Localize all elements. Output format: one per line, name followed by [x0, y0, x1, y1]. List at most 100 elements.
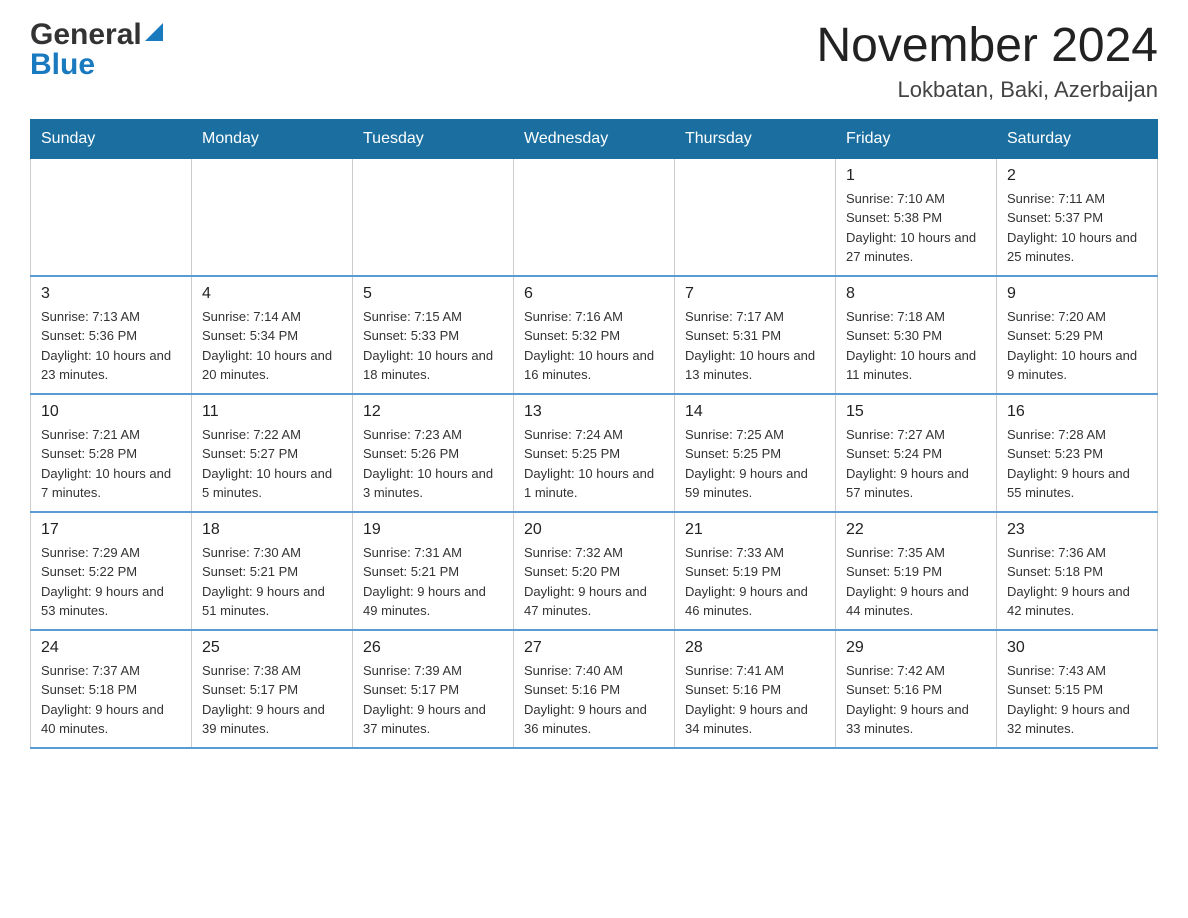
calendar-cell: 13Sunrise: 7:24 AMSunset: 5:25 PMDayligh… [514, 394, 675, 512]
day-info: Sunrise: 7:30 AMSunset: 5:21 PMDaylight:… [202, 543, 342, 621]
day-number: 21 [685, 521, 825, 539]
day-info: Sunrise: 7:18 AMSunset: 5:30 PMDaylight:… [846, 307, 986, 385]
day-info: Sunrise: 7:11 AMSunset: 5:37 PMDaylight:… [1007, 189, 1147, 267]
calendar-cell: 20 Sunrise: 7:32 AMSunset: 5:20 PMDayligh… [514, 512, 675, 630]
calendar-cell: 18 Sunrise: 7:30 AMSunset: 5:21 PMDayligh… [192, 512, 353, 630]
calendar-cell: 16 Sunrise: 7:28 AMSunset: 5:23 PMDayligh… [997, 394, 1158, 512]
header-thursday: Thursday [675, 119, 836, 158]
calendar-cell: 30 Sunrise: 7:43 AMSunset: 5:15 PMDayligh… [997, 630, 1158, 748]
calendar-week-4: 17 Sunrise: 7:29 AMSunset: 5:22 PMDayligh… [31, 512, 1158, 630]
calendar-week-5: 24Sunrise: 7:37 AMSunset: 5:18 PMDayligh… [31, 630, 1158, 748]
day-number: 15 [846, 403, 986, 421]
calendar-table: SundayMondayTuesdayWednesdayThursdayFrid… [30, 119, 1158, 749]
day-info: Sunrise: 7:13 AMSunset: 5:36 PMDaylight:… [41, 307, 181, 385]
day-number: 16 [1007, 403, 1147, 421]
day-info: Sunrise: 7:39 AMSunset: 5:17 PMDaylight:… [363, 661, 503, 739]
day-info: Sunrise: 7:22 AMSunset: 5:27 PMDaylight:… [202, 425, 342, 503]
day-number: 11 [202, 403, 342, 421]
day-info: Sunrise: 7:17 AMSunset: 5:31 PMDaylight:… [685, 307, 825, 385]
day-number: 30 [1007, 639, 1147, 657]
calendar-cell [514, 158, 675, 276]
day-number: 27 [524, 639, 664, 657]
day-info: Sunrise: 7:40 AMSunset: 5:16 PMDaylight:… [524, 661, 664, 739]
day-info: Sunrise: 7:25 AMSunset: 5:25 PMDaylight:… [685, 425, 825, 503]
calendar-cell: 1 Sunrise: 7:10 AMSunset: 5:38 PMDaylight… [836, 158, 997, 276]
calendar-location: Lokbatan, Baki, Azerbaijan [816, 77, 1158, 103]
day-info: Sunrise: 7:21 AMSunset: 5:28 PMDaylight:… [41, 425, 181, 503]
calendar-cell: 17 Sunrise: 7:29 AMSunset: 5:22 PMDayligh… [31, 512, 192, 630]
day-info: Sunrise: 7:16 AMSunset: 5:32 PMDaylight:… [524, 307, 664, 385]
header-friday: Friday [836, 119, 997, 158]
calendar-cell: 24Sunrise: 7:37 AMSunset: 5:18 PMDayligh… [31, 630, 192, 748]
day-info: Sunrise: 7:20 AMSunset: 5:29 PMDaylight:… [1007, 307, 1147, 385]
day-number: 26 [363, 639, 503, 657]
calendar-cell: 11 Sunrise: 7:22 AMSunset: 5:27 PMDayligh… [192, 394, 353, 512]
day-info: Sunrise: 7:36 AMSunset: 5:18 PMDaylight:… [1007, 543, 1147, 621]
title-area: November 2024 Lokbatan, Baki, Azerbaijan [816, 20, 1158, 103]
day-info: Sunrise: 7:43 AMSunset: 5:15 PMDaylight:… [1007, 661, 1147, 739]
calendar-cell: 22Sunrise: 7:35 AMSunset: 5:19 PMDayligh… [836, 512, 997, 630]
calendar-cell [31, 158, 192, 276]
calendar-cell: 29Sunrise: 7:42 AMSunset: 5:16 PMDayligh… [836, 630, 997, 748]
logo-triangle-icon [145, 23, 163, 45]
header-tuesday: Tuesday [353, 119, 514, 158]
day-number: 8 [846, 285, 986, 303]
calendar-week-2: 3 Sunrise: 7:13 AMSunset: 5:36 PMDaylight… [31, 276, 1158, 394]
day-number: 9 [1007, 285, 1147, 303]
calendar-cell [675, 158, 836, 276]
day-info: Sunrise: 7:15 AMSunset: 5:33 PMDaylight:… [363, 307, 503, 385]
day-info: Sunrise: 7:29 AMSunset: 5:22 PMDaylight:… [41, 543, 181, 621]
day-info: Sunrise: 7:32 AMSunset: 5:20 PMDaylight:… [524, 543, 664, 621]
calendar-cell: 25 Sunrise: 7:38 AMSunset: 5:17 PMDayligh… [192, 630, 353, 748]
day-number: 7 [685, 285, 825, 303]
calendar-cell: 10 Sunrise: 7:21 AMSunset: 5:28 PMDayligh… [31, 394, 192, 512]
day-number: 18 [202, 521, 342, 539]
day-number: 23 [1007, 521, 1147, 539]
calendar-cell: 3 Sunrise: 7:13 AMSunset: 5:36 PMDaylight… [31, 276, 192, 394]
calendar-title: November 2024 [816, 20, 1158, 73]
calendar-cell: 15 Sunrise: 7:27 AMSunset: 5:24 PMDayligh… [836, 394, 997, 512]
calendar-cell: 7 Sunrise: 7:17 AMSunset: 5:31 PMDaylight… [675, 276, 836, 394]
day-number: 10 [41, 403, 181, 421]
day-info: Sunrise: 7:33 AMSunset: 5:19 PMDaylight:… [685, 543, 825, 621]
header-monday: Monday [192, 119, 353, 158]
calendar-cell: 12 Sunrise: 7:23 AMSunset: 5:26 PMDayligh… [353, 394, 514, 512]
day-info: Sunrise: 7:31 AMSunset: 5:21 PMDaylight:… [363, 543, 503, 621]
calendar-cell: 4Sunrise: 7:14 AMSunset: 5:34 PMDaylight… [192, 276, 353, 394]
day-info: Sunrise: 7:14 AMSunset: 5:34 PMDaylight:… [202, 307, 342, 385]
day-info: Sunrise: 7:27 AMSunset: 5:24 PMDaylight:… [846, 425, 986, 503]
day-info: Sunrise: 7:23 AMSunset: 5:26 PMDaylight:… [363, 425, 503, 503]
calendar-cell: 21 Sunrise: 7:33 AMSunset: 5:19 PMDayligh… [675, 512, 836, 630]
day-number: 20 [524, 521, 664, 539]
calendar-cell: 27 Sunrise: 7:40 AMSunset: 5:16 PMDayligh… [514, 630, 675, 748]
day-number: 3 [41, 285, 181, 303]
calendar-header-row: SundayMondayTuesdayWednesdayThursdayFrid… [31, 119, 1158, 158]
day-number: 22 [846, 521, 986, 539]
header-sunday: Sunday [31, 119, 192, 158]
day-number: 14 [685, 403, 825, 421]
calendar-cell: 6 Sunrise: 7:16 AMSunset: 5:32 PMDaylight… [514, 276, 675, 394]
day-number: 25 [202, 639, 342, 657]
logo: General Blue [30, 20, 163, 80]
header-wednesday: Wednesday [514, 119, 675, 158]
calendar-cell: 23 Sunrise: 7:36 AMSunset: 5:18 PMDayligh… [997, 512, 1158, 630]
calendar-cell [192, 158, 353, 276]
calendar-week-3: 10 Sunrise: 7:21 AMSunset: 5:28 PMDayligh… [31, 394, 1158, 512]
header: General Blue November 2024 Lokbatan, Bak… [30, 20, 1158, 103]
day-info: Sunrise: 7:37 AMSunset: 5:18 PMDaylight:… [41, 661, 181, 739]
day-info: Sunrise: 7:38 AMSunset: 5:17 PMDaylight:… [202, 661, 342, 739]
day-info: Sunrise: 7:28 AMSunset: 5:23 PMDaylight:… [1007, 425, 1147, 503]
day-number: 1 [846, 167, 986, 185]
day-number: 2 [1007, 167, 1147, 185]
calendar-cell [353, 158, 514, 276]
day-number: 6 [524, 285, 664, 303]
calendar-cell: 14 Sunrise: 7:25 AMSunset: 5:25 PMDayligh… [675, 394, 836, 512]
day-number: 28 [685, 639, 825, 657]
day-number: 13 [524, 403, 664, 421]
day-info: Sunrise: 7:10 AMSunset: 5:38 PMDaylight:… [846, 189, 986, 267]
calendar-week-1: 1 Sunrise: 7:10 AMSunset: 5:38 PMDaylight… [31, 158, 1158, 276]
calendar-cell: 8 Sunrise: 7:18 AMSunset: 5:30 PMDaylight… [836, 276, 997, 394]
calendar-cell: 26 Sunrise: 7:39 AMSunset: 5:17 PMDayligh… [353, 630, 514, 748]
day-number: 17 [41, 521, 181, 539]
day-number: 12 [363, 403, 503, 421]
